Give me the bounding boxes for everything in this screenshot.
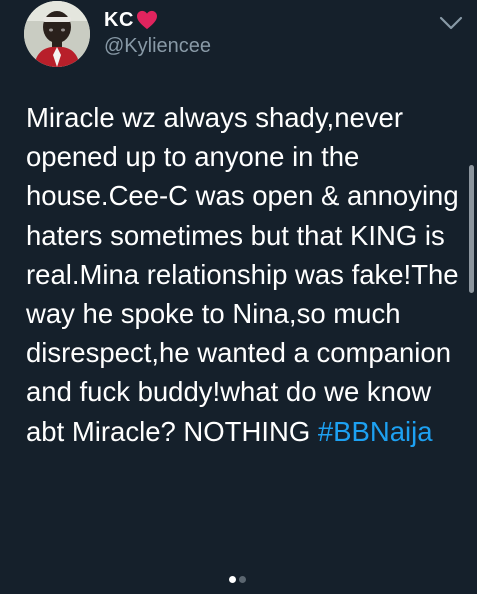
avatar[interactable] [24, 1, 90, 67]
chevron-down-icon[interactable] [438, 14, 464, 32]
page-dot-2[interactable] [239, 576, 246, 583]
author-name-row[interactable]: KC [104, 7, 158, 33]
scrollbar[interactable] [469, 165, 474, 293]
page-dot-1[interactable] [229, 576, 236, 583]
author-handle[interactable]: @Kyliencee [104, 35, 211, 58]
tweet-text: Miracle wz always shady,never opened up … [26, 98, 466, 451]
media-page-indicator [229, 576, 246, 583]
author-display-name[interactable]: KC [104, 9, 134, 32]
hashtag-link[interactable]: #BBNaija [318, 416, 433, 447]
red-heart-icon [136, 10, 157, 30]
tweet-card: KC @Kyliencee Miracle wz always shady,ne… [0, 0, 477, 594]
avatar-image [24, 1, 90, 67]
tweet-body: Miracle wz always shady,never opened up … [26, 102, 459, 447]
